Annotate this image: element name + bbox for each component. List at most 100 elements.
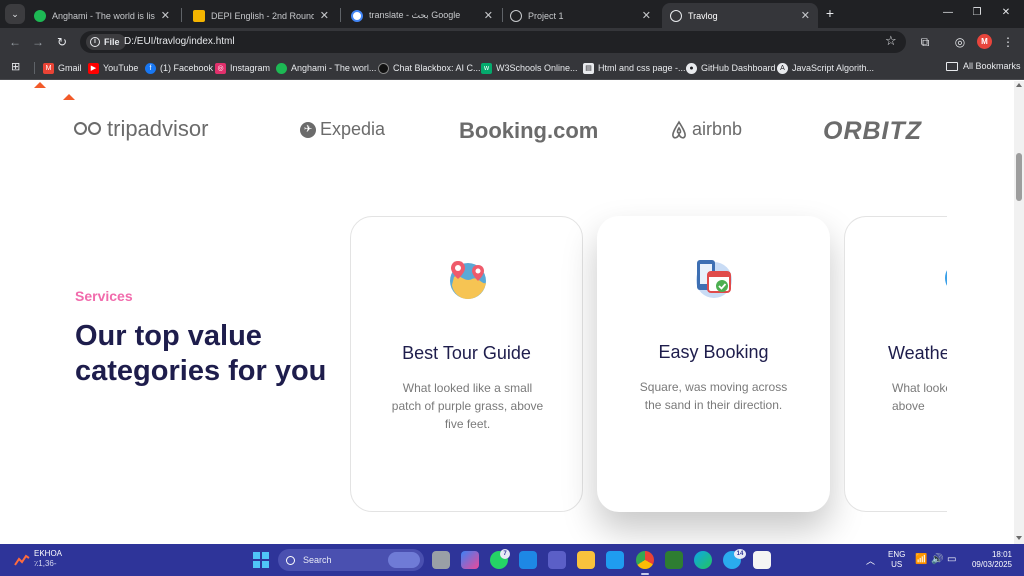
blackbox-icon [378,62,389,74]
github-icon: ● [686,62,697,74]
all-bookmarks-button[interactable]: All Bookmarks [946,61,1021,71]
task-view-icon[interactable] [432,551,450,569]
decor-triangle [34,82,46,88]
globe-favicon-icon [670,9,682,22]
stock-ticker-icon[interactable] [14,553,30,567]
tab-travlog[interactable]: Travlog ✕ [662,3,818,28]
minimize-button[interactable]: — [938,4,958,22]
edge-icon[interactable] [694,551,712,569]
close-tab-icon[interactable]: ✕ [484,9,493,22]
google-drive-favicon-icon [193,9,205,22]
gmail-icon: M [43,62,54,74]
region-code: US [891,560,903,569]
bookmark-label: Chat Blackbox: AI C... [393,63,481,73]
ticker-value: ٪1,36- [34,559,57,568]
reload-icon[interactable]: ↻ [53,33,71,51]
tab-search-button[interactable]: ⌄ [5,4,25,24]
restore-button[interactable]: ❐ [967,4,987,22]
bookmarks-divider [34,62,35,74]
tab-anghami[interactable]: Anghami - The world is listenin ✕ [26,3,178,28]
wifi-icon[interactable]: 📶 [915,554,927,565]
google-favicon-icon [351,9,363,22]
scheme-label: File [104,37,120,47]
browser-tab-strip: ⌄ Anghami - The world is listenin ✕ DEPI… [0,0,1024,28]
bookmark-github[interactable]: ● GitHub Dashboard [686,61,776,75]
search-placeholder: Search [303,555,332,565]
extensions-icon[interactable]: ⧉ [916,33,934,51]
decor-triangle [63,94,75,100]
taskbar-search[interactable]: Search [278,549,424,571]
bookmark-anghami[interactable]: Anghami - The worl... [276,61,376,75]
more-menu-icon[interactable]: ⋮ [999,33,1017,51]
tab-translate[interactable]: translate - بحث Google ✕ [343,3,501,28]
apps-grid-icon[interactable]: ⊞ [11,61,23,73]
airbnb-mark-icon [672,119,686,139]
lambda-app-icon[interactable] [665,551,683,569]
bookmark-label: Html and css page -... [598,63,686,73]
windows-start-icon[interactable] [253,552,269,568]
card-description: What looke patch of p above [892,381,947,413]
url-text[interactable]: D:/EUI/travlog/index.html [124,36,235,47]
chrome-labs-icon[interactable]: ◎ [951,33,969,51]
copilot-icon[interactable] [461,551,479,569]
site-info-chip[interactable]: i File [86,34,126,50]
bookmark-w3schools[interactable]: w W3Schools Online... [481,61,578,75]
bookmark-youtube[interactable]: ▶ YouTube [88,61,138,75]
expedia-wordmark: Expedia [320,119,386,139]
stock-widget[interactable]: EKHOA ٪1,36- [34,549,62,569]
card-title: Easy Booking [658,342,769,362]
back-arrow-icon[interactable]: ← [6,33,24,51]
teams-icon[interactable] [548,551,566,569]
battery-icon[interactable]: ▭ [947,554,956,565]
page-scrollbar[interactable] [1014,81,1024,544]
tab-depi-english[interactable]: DEPI English - 2nd Round - Go ✕ [185,3,337,28]
address-bar[interactable]: i File D:/EUI/travlog/index.html ☆ [80,31,906,53]
service-card-tour-guide[interactable]: Best Tour Guide What looked like a small… [350,216,583,512]
bookmark-facebook[interactable]: f (1) Facebook [145,61,213,75]
bookmark-label: YouTube [103,63,139,73]
scroll-up-arrow-icon[interactable] [1016,83,1022,87]
bookmark-javascript[interactable]: A JavaScript Algorith... [777,61,874,75]
plane-icon: ✈ [300,121,316,138]
travlog-page: tripadvisor ✈ Expedia Booking.com airbnb… [0,81,1014,544]
bookmark-instagram[interactable]: ◎ Instagram [215,61,270,75]
close-window-button[interactable]: ✕ [996,4,1016,22]
snipping-tool-icon[interactable] [519,551,537,569]
ticker-name: EKHOA [34,549,63,558]
tab-title: Travlog [688,10,718,21]
airbnb-wordmark: airbnb [692,119,743,139]
bookmark-html-css[interactable]: ▤ Html and css page -... [583,61,686,75]
tab-divider [181,8,182,22]
close-tab-icon[interactable]: ✕ [642,9,651,22]
tab-title: translate - بحث Google [369,10,461,20]
clock[interactable]: 18:01 09/03/2025 [968,550,1012,570]
facebook-icon: f [145,62,156,74]
vscode-icon[interactable] [606,551,624,569]
active-app-indicator [641,573,649,575]
volume-icon[interactable]: 🔊 [931,554,943,565]
close-tab-icon[interactable]: ✕ [320,9,329,22]
tab-title: DEPI English - 2nd Round - Go [211,10,314,21]
bookmark-blackbox[interactable]: Chat Blackbox: AI C... [378,61,481,75]
weather-icon [945,265,947,291]
owl-eyes-icon [74,120,104,138]
forward-arrow-icon[interactable]: → [29,33,47,51]
tab-project-1[interactable]: Project 1 ✕ [502,3,659,28]
scroll-down-arrow-icon[interactable] [1016,536,1022,540]
service-card-weather[interactable]: Weathe What looke patch of p above [844,216,947,512]
all-bookmarks-label: All Bookmarks [963,61,1021,71]
service-card-easy-booking[interactable]: Easy Booking Square, was moving across t… [597,216,830,512]
file-explorer-icon[interactable] [577,551,595,569]
bookmark-gmail[interactable]: M Gmail [43,61,82,75]
store-icon[interactable] [753,551,771,569]
show-hidden-icons-icon[interactable]: ︿ [866,554,875,567]
close-tab-icon[interactable]: ✕ [161,9,170,22]
language-indicator[interactable]: ENG US [888,550,905,570]
new-tab-button[interactable]: + [822,4,838,22]
profile-avatar[interactable]: M [977,34,992,49]
scrollbar-thumb[interactable] [1016,153,1022,201]
bookmark-star-icon[interactable]: ☆ [885,33,897,49]
chrome-icon[interactable] [636,551,654,569]
close-tab-icon[interactable]: ✕ [801,9,810,22]
globe-favicon-icon [510,9,522,22]
